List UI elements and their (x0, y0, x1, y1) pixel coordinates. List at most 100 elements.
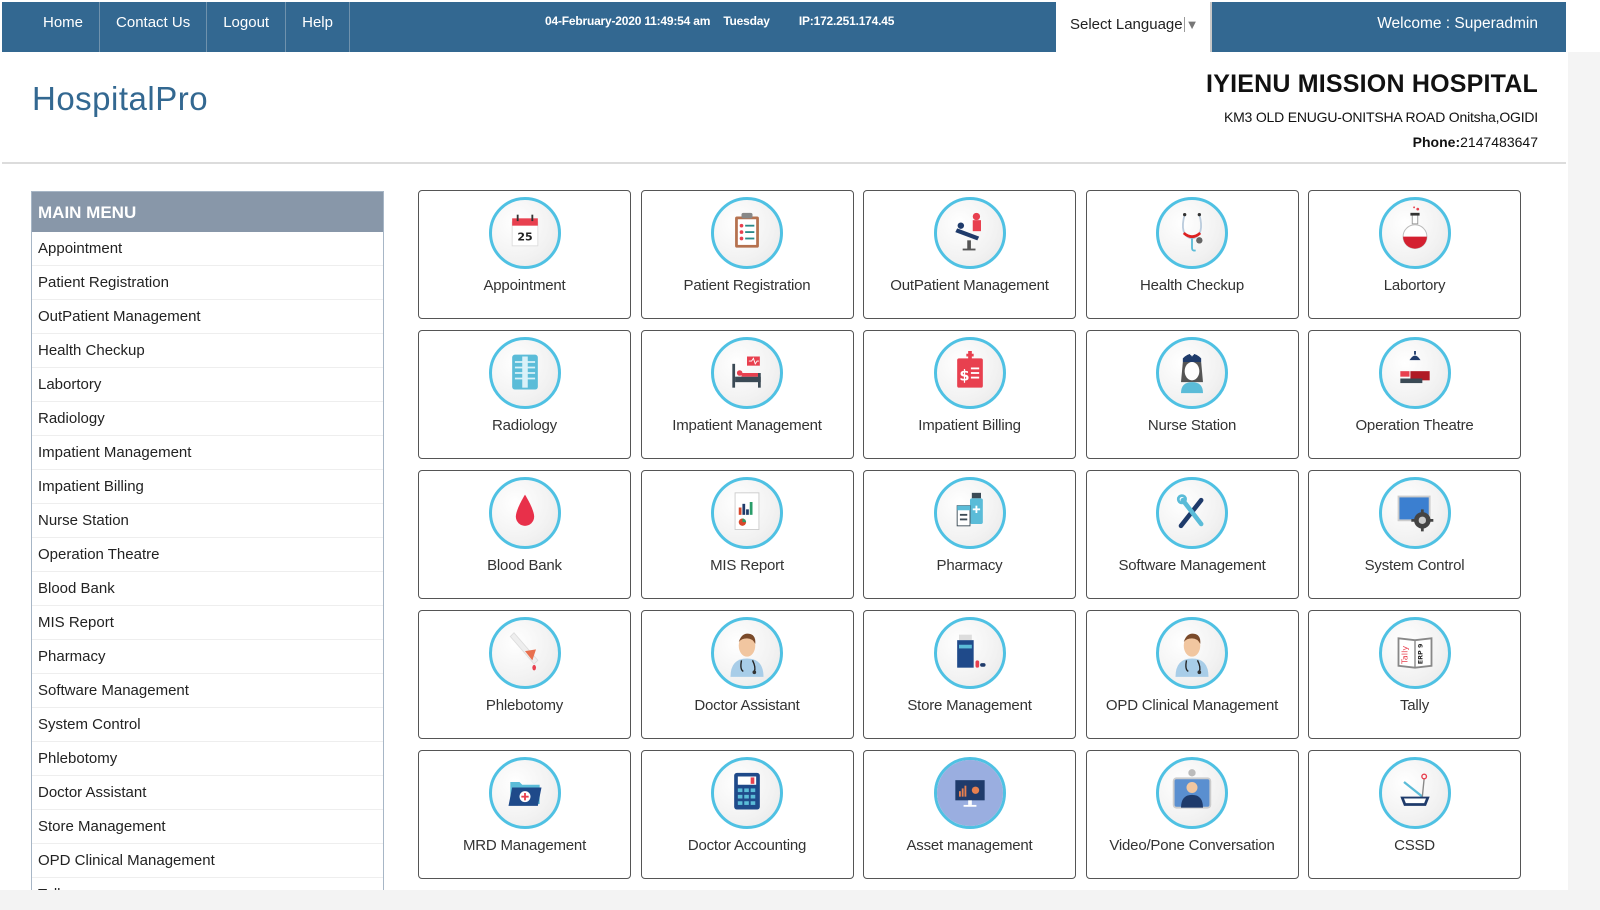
stethoscope-icon (1156, 197, 1228, 269)
module-tile-label: Video/Pone Conversation (1109, 837, 1275, 854)
sidebar-menu-item[interactable]: Blood Bank (32, 572, 383, 606)
module-tile-label: System Control (1364, 557, 1465, 574)
hospital-address: KM3 OLD ENUGU-ONITSHA ROAD Onitsha,OGIDI (1223, 109, 1538, 125)
module-tile[interactable]: Operation Theatre (1308, 330, 1521, 459)
tools-icon (1156, 477, 1228, 549)
bill-icon: $ (933, 337, 1006, 409)
nav-help-link[interactable]: Help (286, 2, 350, 52)
top-nav-links: Home Contact Us Logout Help (27, 2, 350, 52)
svg-text:$: $ (959, 367, 969, 384)
hospital-bed-icon (711, 337, 783, 409)
sidebar-menu-item[interactable]: OutPatient Management (32, 300, 383, 334)
report-chart-icon (711, 477, 783, 549)
svg-text:Tally: Tally (1399, 646, 1409, 665)
module-tile[interactable]: Phlebotomy (418, 610, 631, 739)
sidebar-menu-item[interactable]: Operation Theatre (32, 538, 383, 572)
sidebar-menu-item[interactable]: Phlebotomy (32, 742, 383, 776)
clipboard-icon (711, 197, 783, 269)
page-scrollbar[interactable] (1568, 52, 1600, 910)
module-tile-label: MIS Report (710, 557, 784, 574)
module-tile-label: Store Management (907, 697, 1032, 714)
module-tile[interactable]: Radiology (418, 330, 631, 459)
sidebar-menu-item[interactable]: Doctor Assistant (32, 776, 383, 810)
sidebar-menu-item[interactable]: Health Checkup (32, 334, 383, 368)
sidebar-menu-item[interactable]: Store Management (32, 810, 383, 844)
module-tile[interactable]: Nurse Station (1085, 330, 1299, 459)
page-header: HospitalPro IYIENU MISSION HOSPITAL KM3 … (2, 52, 1566, 164)
sidebar-menu-item[interactable]: Nurse Station (32, 504, 383, 538)
module-tile[interactable]: Doctor Assistant (640, 610, 854, 739)
monitor-chart-icon (933, 757, 1006, 829)
sidebar-menu-item[interactable]: MIS Report (32, 606, 383, 640)
dental-chair-icon (933, 197, 1006, 269)
sidebar-menu-item[interactable]: Pharmacy (32, 640, 383, 674)
video-call-icon (1156, 757, 1228, 829)
module-tile-label: OPD Clinical Management (1105, 697, 1279, 714)
module-tile[interactable]: OutPatient Management (863, 190, 1076, 319)
nav-home-link[interactable]: Home (27, 2, 101, 52)
medical-folder-icon (488, 757, 561, 829)
sidebar-menu-item[interactable]: Software Management (32, 674, 383, 708)
module-tile-label: Pharmacy (936, 557, 1003, 574)
module-tile[interactable]: Asset management (863, 750, 1076, 879)
module-tile[interactable]: Store Management (863, 610, 1076, 739)
hospital-phone: Phone:2147483647 (1206, 134, 1538, 150)
module-tile[interactable]: Doctor Accounting (640, 750, 854, 879)
blood-drop-icon (488, 477, 561, 549)
sidebar-menu-item[interactable]: Patient Registration (32, 266, 383, 300)
svg-text:ERP 9: ERP 9 (1416, 643, 1424, 664)
sidebar-menu-item[interactable]: Appointment (32, 232, 383, 266)
module-tile[interactable]: CSSD (1308, 750, 1521, 879)
module-tile[interactable]: $ Impatient Billing (863, 330, 1076, 459)
module-tile[interactable]: Tally ERP 9 Tally (1308, 610, 1521, 739)
sidebar-menu-item[interactable]: Labortory (32, 368, 383, 402)
sidebar-menu-item[interactable]: Impatient Billing (32, 470, 383, 504)
sidebar-menu-item[interactable]: System Control (32, 708, 383, 742)
module-tile-label: Software Management (1118, 557, 1266, 574)
module-tile-label: Labortory (1383, 277, 1446, 294)
gear-screen-icon (1378, 477, 1451, 549)
doctor-icon (1156, 617, 1228, 689)
sidebar-menu-item[interactable]: Impatient Management (32, 436, 383, 470)
module-tile-label: Nurse Station (1147, 417, 1237, 434)
module-tile[interactable]: MIS Report (640, 470, 854, 599)
module-tile-label: CSSD (1394, 837, 1435, 854)
module-tile[interactable]: Blood Bank (418, 470, 631, 599)
xray-icon (488, 337, 561, 409)
current-day: Tuesday (723, 14, 770, 28)
module-tile-label: Impatient Management (672, 417, 822, 434)
module-tile-label: Doctor Accounting (687, 837, 807, 854)
module-tile[interactable]: 25 Appointment (418, 190, 631, 319)
nav-contact-us-link[interactable]: Contact Us (100, 2, 208, 52)
module-tile[interactable]: Patient Registration (640, 190, 854, 319)
current-date: 04-February-2020 11:49:54 am (545, 14, 711, 28)
module-tile[interactable]: Pharmacy (863, 470, 1076, 599)
module-tile[interactable]: Health Checkup (1085, 190, 1299, 319)
sidebar-menu-item[interactable]: Radiology (32, 402, 383, 436)
module-tile[interactable]: MRD Management (418, 750, 631, 879)
main-menu-title: MAIN MENU (32, 192, 383, 232)
module-tile[interactable]: Impatient Management (640, 330, 854, 459)
datetime-display: 04-February-2020 11:49:54 am Tuesday IP:… (545, 14, 904, 28)
welcome-user: Welcome : Superadmin (1377, 15, 1538, 32)
medicine-store-icon (933, 617, 1006, 689)
module-tile[interactable]: Labortory (1308, 190, 1521, 319)
module-tile[interactable]: System Control (1308, 470, 1521, 599)
brand-logo[interactable]: HospitalPro (32, 80, 208, 118)
sidebar-menu-item[interactable]: OPD Clinical Management (32, 844, 383, 878)
module-tile-label: MRD Management (462, 837, 587, 854)
hospital-name: IYIENU MISSION HOSPITAL (1206, 70, 1538, 98)
phone-label: Phone: (1412, 134, 1461, 150)
calculator-icon (711, 757, 783, 829)
doctor-icon (711, 617, 783, 689)
module-tile[interactable]: Software Management (1085, 470, 1299, 599)
module-tile[interactable]: Video/Pone Conversation (1085, 750, 1299, 879)
sterilization-tray-icon (1378, 757, 1451, 829)
module-tile[interactable]: OPD Clinical Management (1085, 610, 1299, 739)
nav-logout-link[interactable]: Logout (207, 2, 287, 52)
language-select[interactable]: Select Language ▼ (1056, 2, 1212, 52)
syringe-icon (488, 617, 561, 689)
hospital-info: IYIENU MISSION HOSPITAL KM3 OLD ENUGU-ON… (1206, 70, 1538, 150)
module-tile-label: Tally (1399, 697, 1429, 714)
page-bottom-edge (0, 890, 1600, 910)
